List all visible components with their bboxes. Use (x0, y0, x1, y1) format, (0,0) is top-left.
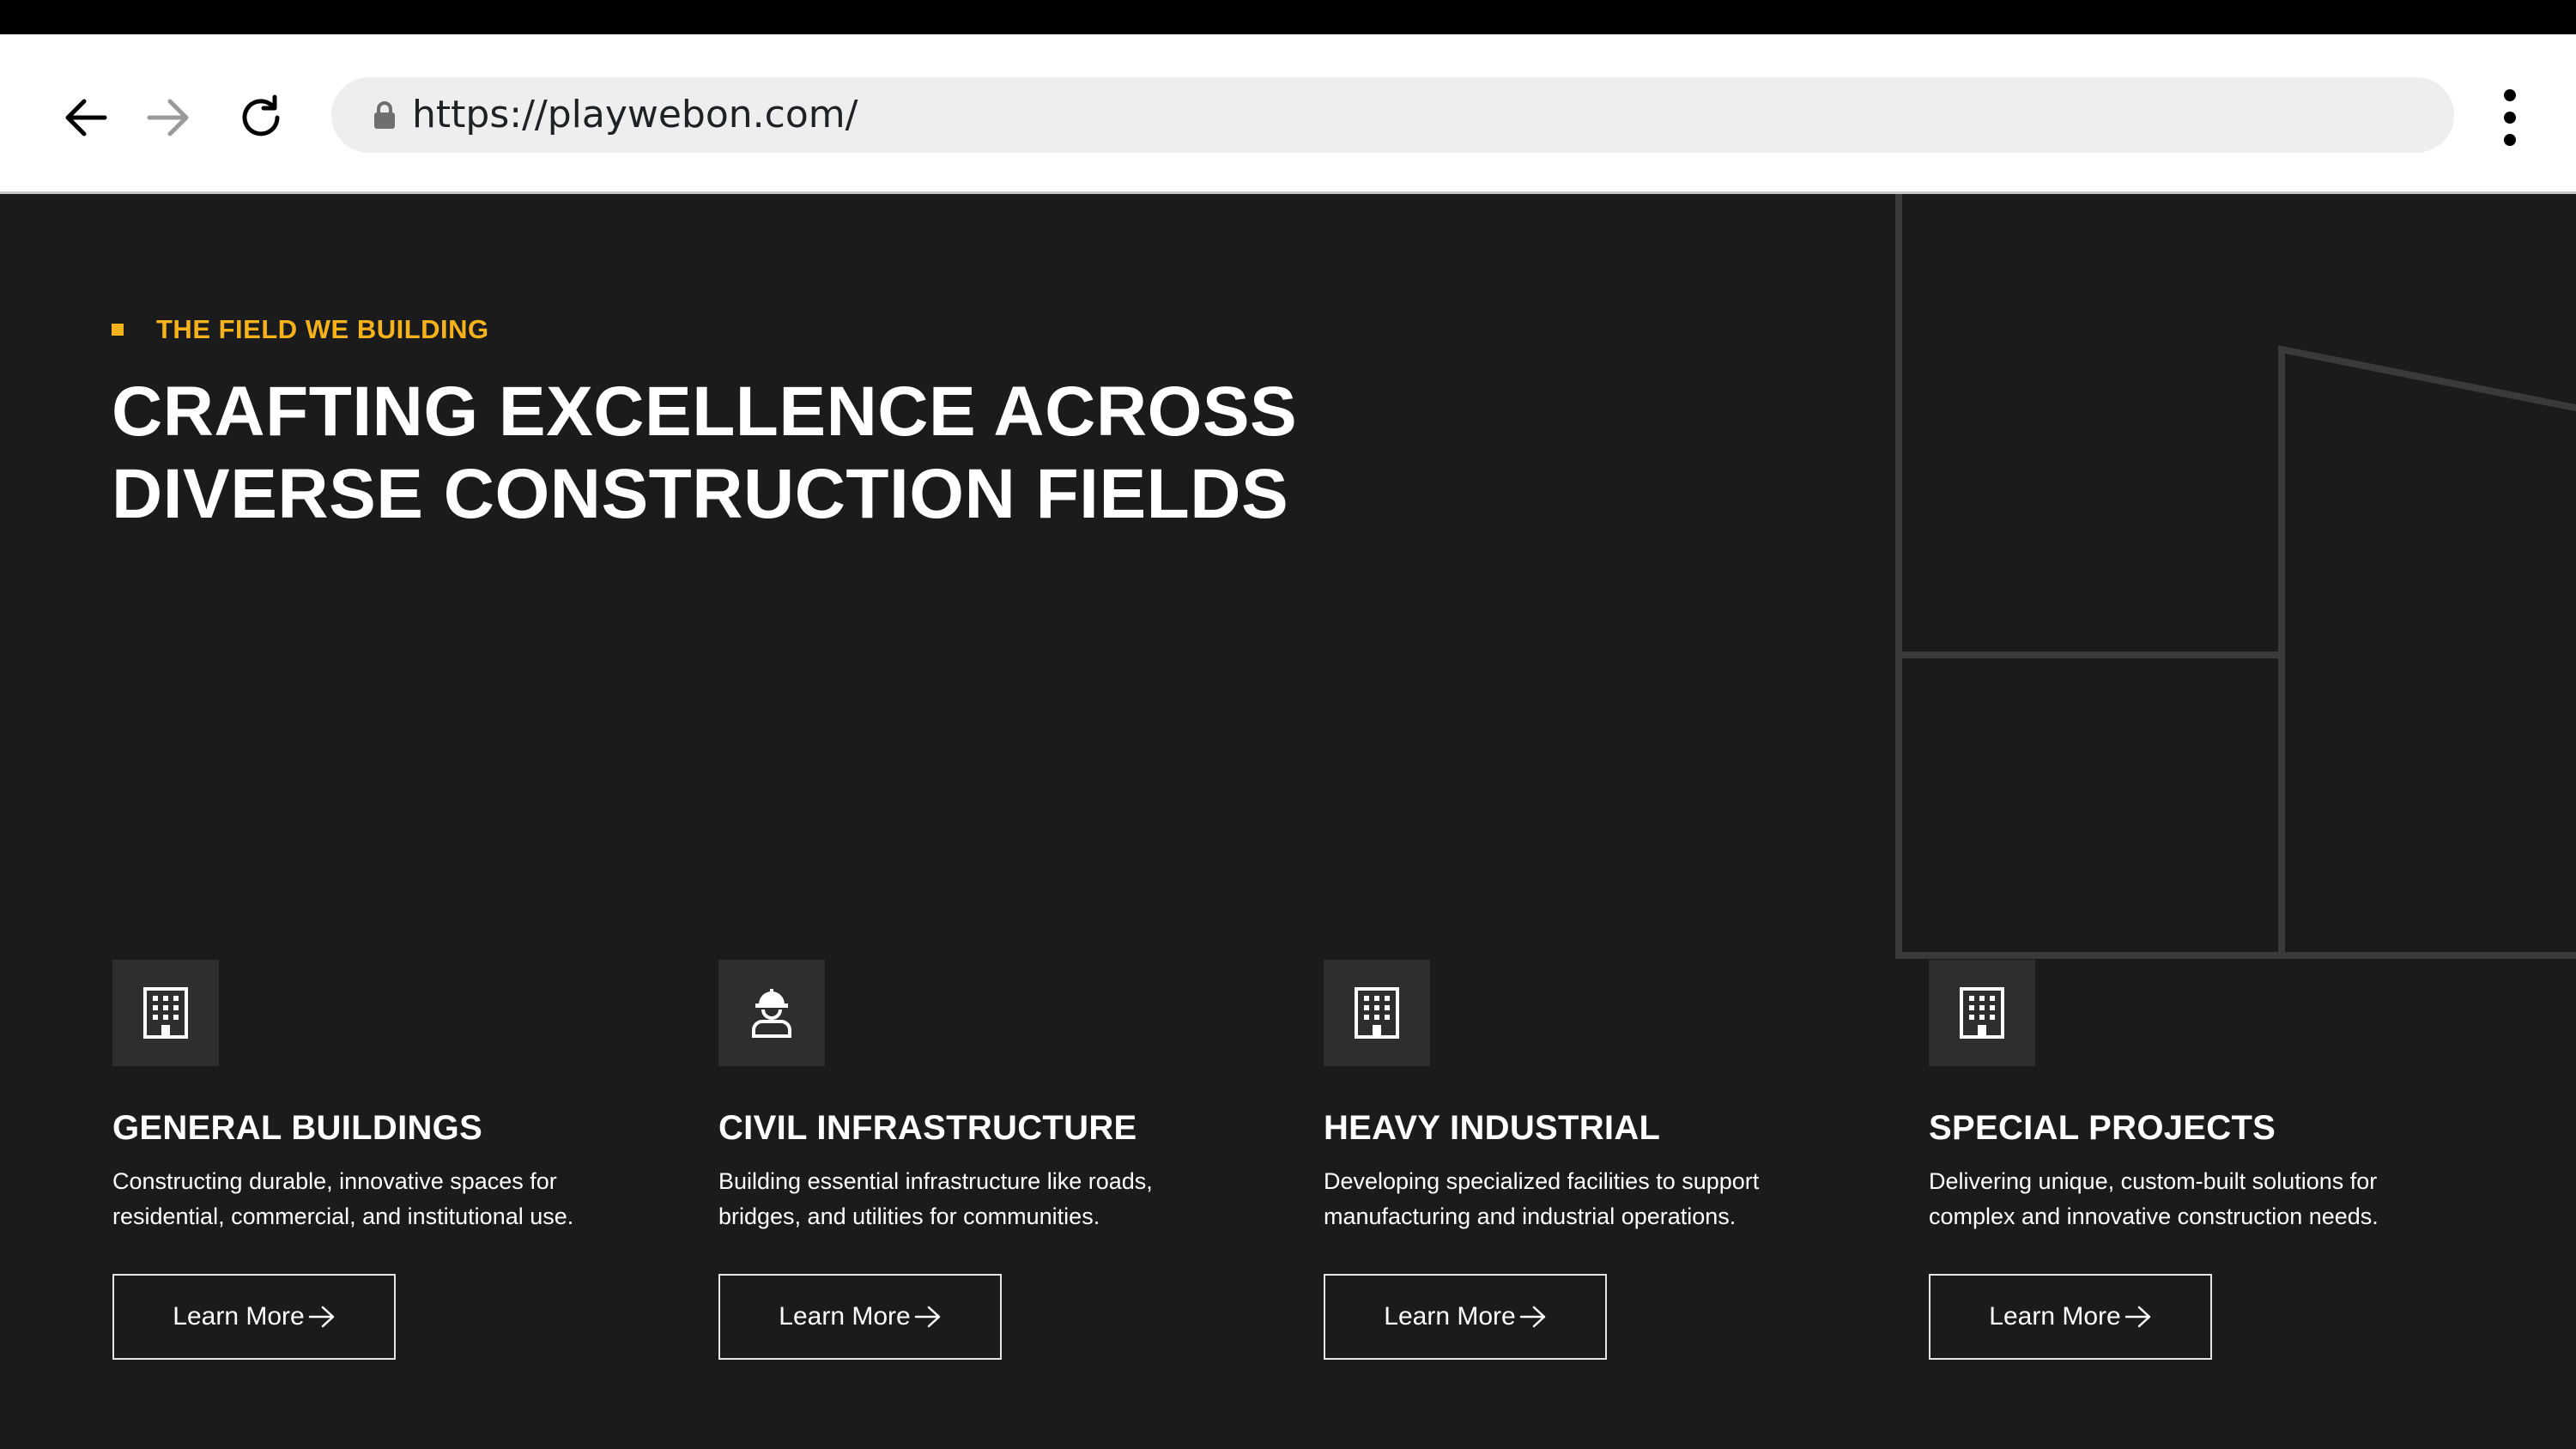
screen-top-strip (0, 0, 2576, 34)
card-description-line: complex and innovative construction need… (1929, 1203, 2379, 1229)
back-button[interactable] (52, 83, 120, 152)
card-description-line: bridges, and utilities for communities. (718, 1203, 1100, 1229)
learn-more-label: Learn More (1989, 1302, 2121, 1331)
card-title: SPECIAL PROJECTS (1929, 1109, 2276, 1147)
learn-more-label: Learn More (779, 1302, 911, 1331)
card-description-line: manufacturing and industrial operations. (1324, 1203, 1737, 1229)
arrow-left-icon (65, 99, 107, 136)
building-icon (143, 987, 188, 1039)
card-icon-box (1324, 960, 1430, 1066)
forward-button[interactable] (134, 83, 203, 152)
browser-toolbar: https://playwebon.com/ (0, 34, 2576, 194)
building-icon (1960, 987, 2004, 1039)
card-description-line: Constructing durable, innovative spaces … (112, 1168, 557, 1194)
card-description: Constructing durable, innovative spaces … (112, 1164, 662, 1234)
card-icon-box (718, 960, 825, 1066)
card-title: GENERAL BUILDINGS (112, 1109, 483, 1147)
learn-more-button[interactable]: Learn More (112, 1274, 396, 1360)
card-icon-box (112, 960, 219, 1066)
section-eyebrow: THE FIELD WE BUILDING (112, 314, 489, 345)
more-vertical-icon[interactable] (2482, 83, 2537, 152)
card-description: Building essential infrastructure like r… (718, 1164, 1268, 1234)
card-description-line: Developing specialized facilities to sup… (1324, 1168, 1760, 1194)
learn-more-label: Learn More (1384, 1302, 1516, 1331)
card-description: Developing specialized facilities to sup… (1324, 1164, 1873, 1234)
learn-more-label: Learn More (173, 1302, 305, 1331)
fields-section: THE FIELD WE BUILDING CRAFTING EXCELLENC… (0, 194, 2576, 1449)
address-bar[interactable]: https://playwebon.com/ (331, 77, 2454, 153)
arrow-right-icon (1519, 1305, 1547, 1329)
learn-more-button[interactable]: Learn More (1929, 1274, 2212, 1360)
arrow-right-icon (914, 1305, 942, 1329)
section-headline: CRAFTING EXCELLENCE ACROSS DIVERSE CONST… (112, 371, 1399, 536)
card-title: HEAVY INDUSTRIAL (1324, 1109, 1661, 1147)
learn-more-button[interactable]: Learn More (718, 1274, 1002, 1360)
building-icon (1355, 987, 1399, 1039)
url-text: https://playwebon.com/ (412, 93, 858, 136)
eyebrow-text: THE FIELD WE BUILDING (156, 314, 489, 344)
lock-icon (366, 96, 403, 134)
headline-line-1: CRAFTING EXCELLENCE ACROSS (112, 373, 1298, 451)
reload-icon (242, 94, 280, 136)
headline-line-2: DIVERSE CONSTRUCTION FIELDS (112, 455, 1289, 533)
arrow-right-icon (147, 99, 189, 136)
worker-icon (752, 989, 791, 1038)
learn-more-button[interactable]: Learn More (1324, 1274, 1607, 1360)
card-description-line: Building essential infrastructure like r… (718, 1168, 1153, 1194)
eyebrow-square-icon (112, 324, 124, 336)
card-title: CIVIL INFRASTRUCTURE (718, 1109, 1137, 1147)
card-description-line: residential, commercial, and institution… (112, 1203, 574, 1229)
reload-button[interactable] (227, 83, 295, 152)
card-description: Delivering unique, custom-built solution… (1929, 1164, 2478, 1234)
arrow-right-icon (2124, 1305, 2152, 1329)
arrow-right-icon (308, 1305, 336, 1329)
card-icon-box (1929, 960, 2035, 1066)
card-description-line: Delivering unique, custom-built solution… (1929, 1168, 2378, 1194)
